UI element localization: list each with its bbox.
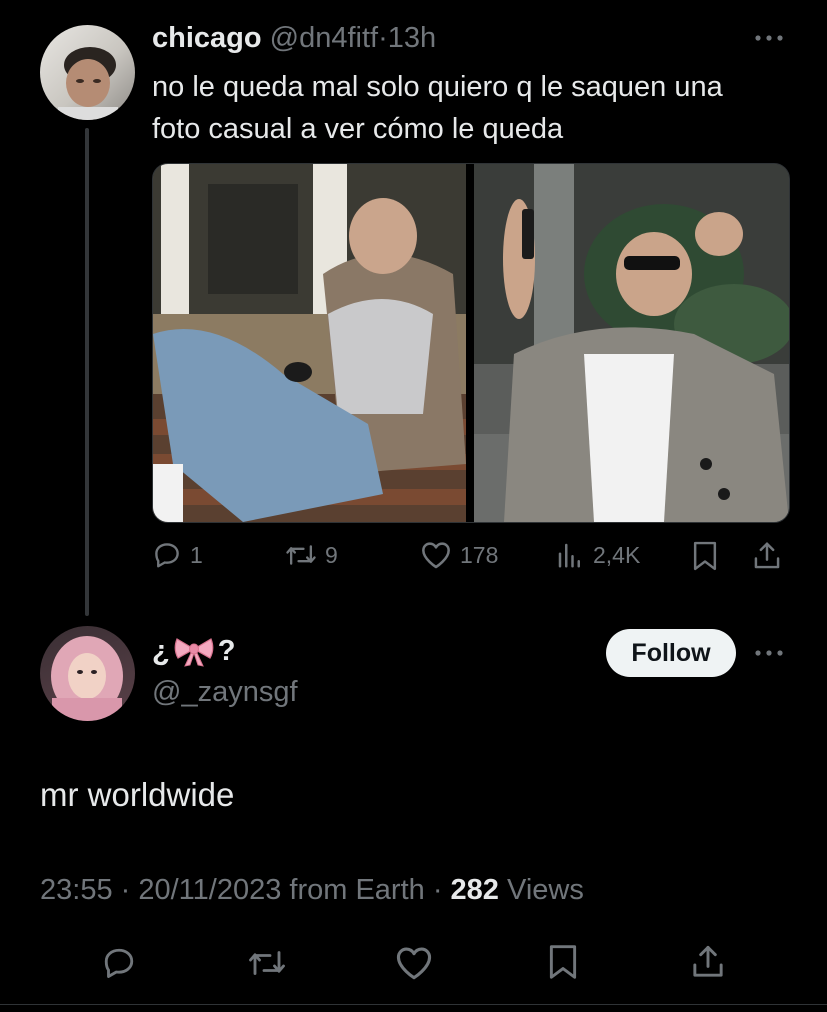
retweet-button[interactable]: 9 — [285, 540, 338, 570]
separator: · — [378, 22, 388, 54]
tweet-timestamp[interactable]: 23:55 · 20/11/2023 from Earth · — [40, 874, 442, 906]
tweet-text-line: foto casual a ver cómo le queda — [152, 113, 564, 145]
views-count: 282 — [450, 874, 499, 906]
reply-icon — [152, 540, 182, 570]
media-divider — [466, 164, 474, 522]
heart-icon[interactable] — [394, 945, 434, 981]
display-name-prefix: ¿ — [152, 634, 170, 667]
display-name[interactable]: ¿ ? — [152, 634, 235, 668]
timestamp[interactable]: 13h — [388, 22, 436, 54]
reply-button[interactable]: 1 — [152, 540, 203, 570]
handle[interactable]: @_zaynsgf — [152, 676, 298, 709]
display-name-suffix: ? — [217, 634, 236, 667]
tweet-text-line: no le queda mal solo quiero q le saquen … — [152, 71, 723, 103]
views-count: 2,4K — [593, 541, 641, 568]
reply-icon[interactable] — [100, 945, 138, 981]
retweet-count: 9 — [325, 541, 338, 568]
tweet-text: mr worldwide — [40, 776, 235, 813]
reply-count: 1 — [190, 541, 203, 568]
media-image-right[interactable] — [474, 164, 789, 522]
tweet-text: no le queda mal solo quiero q le saquen … — [152, 66, 723, 150]
bottom-divider — [0, 1004, 827, 1005]
retweet-icon[interactable] — [246, 945, 288, 981]
more-icon[interactable] — [752, 30, 786, 46]
like-count: 178 — [460, 541, 499, 568]
more-icon[interactable] — [752, 645, 786, 661]
share-icon[interactable] — [752, 540, 782, 572]
bookmark-icon[interactable] — [547, 943, 579, 981]
views-button[interactable]: 2,4K — [555, 540, 640, 570]
share-icon[interactable] — [690, 943, 726, 981]
follow-label: Follow — [631, 638, 711, 667]
heart-icon — [420, 540, 452, 570]
retweet-icon — [285, 540, 317, 570]
follow-button[interactable]: Follow — [606, 629, 736, 677]
display-name[interactable]: chicago — [152, 22, 262, 54]
views-chart-icon — [555, 540, 585, 570]
like-button[interactable]: 178 — [420, 540, 498, 570]
media-image-left[interactable] — [153, 164, 466, 522]
pink-bow-icon — [173, 634, 215, 668]
avatar[interactable] — [40, 626, 135, 721]
tweet-meta: 23:55 · 20/11/2023 from Earth · 282 View… — [40, 874, 584, 907]
media-grid[interactable] — [152, 163, 790, 523]
tweet-header: chicago @dn4fitf·13h — [152, 22, 436, 55]
handle[interactable]: @dn4fitf — [270, 22, 378, 54]
avatar[interactable] — [40, 25, 135, 120]
bookmark-icon[interactable] — [691, 540, 719, 572]
views-label: Views — [507, 874, 584, 906]
thread-line — [85, 128, 89, 616]
